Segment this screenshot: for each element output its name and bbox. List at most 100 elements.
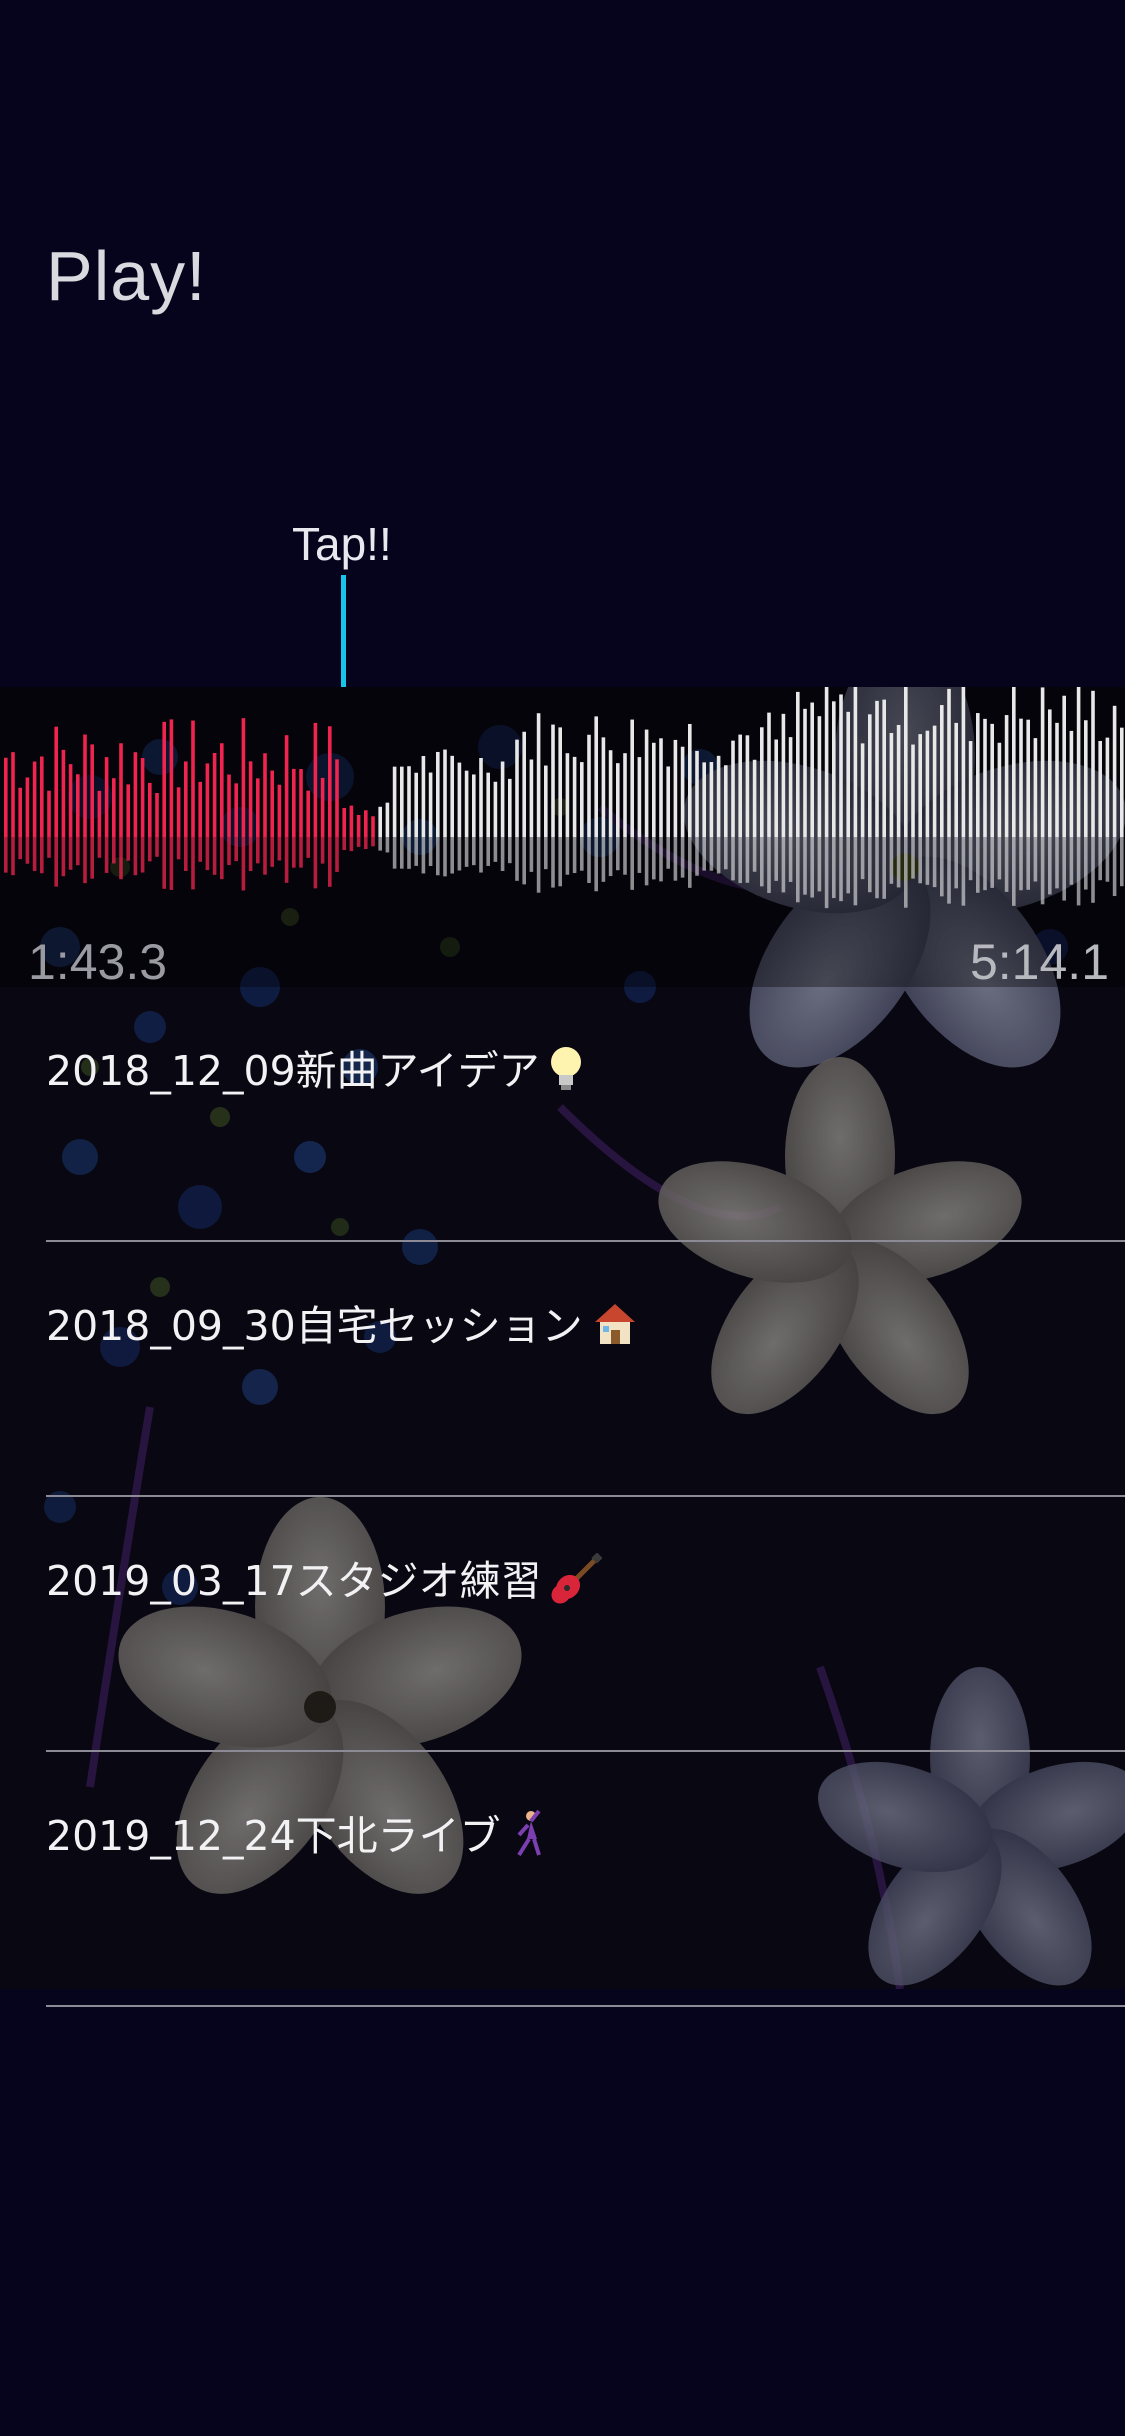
waveform-bar [1026, 719, 1030, 837]
waveform-reflection [940, 837, 944, 897]
waveform-bar [493, 781, 498, 837]
waveform-bar-played [176, 787, 181, 837]
waveform-bar-played [68, 764, 73, 837]
waveform-bar [810, 702, 814, 837]
total-time-label: 5:14.1 [969, 934, 1109, 990]
waveform-reflection-played [248, 837, 253, 872]
waveform-bar [673, 739, 678, 837]
waveform-reflection [464, 837, 469, 867]
waveform-bar [572, 756, 577, 837]
waveform-reflection [529, 837, 534, 872]
waveform-reflection [616, 837, 620, 871]
waveform-bar [688, 723, 692, 837]
waveform-reflection [976, 837, 980, 893]
waveform-bar-played [133, 752, 138, 837]
waveform-bar [515, 739, 519, 837]
waveform-reflection [846, 837, 850, 894]
waveform-bar [457, 762, 462, 837]
waveform-reflection-played [169, 837, 174, 890]
waveform-bar [961, 687, 966, 837]
waveform-reflection [752, 837, 757, 872]
track-title: 2019_12_24下北ライブ [46, 1802, 549, 1869]
track-row[interactable]: 2018_09_30自宅セッション [0, 1242, 1125, 1497]
waveform-reflection [1012, 837, 1016, 906]
waveform-bar [659, 738, 663, 837]
waveform-reflection [558, 837, 562, 887]
waveform-bar [443, 749, 447, 837]
waveform-bar-played [191, 720, 195, 837]
waveform-reflection [565, 837, 570, 875]
guitar-icon [550, 1552, 603, 1615]
waveform-bar-played [83, 734, 87, 837]
waveform-reflection [1069, 837, 1074, 885]
waveform-reflection [695, 837, 699, 876]
track-row[interactable]: 2019_03_17スタジオ練習 [0, 1497, 1125, 1752]
waveform-bar [752, 759, 757, 837]
waveform-reflection [904, 837, 908, 908]
waveform-reflection [1076, 837, 1081, 906]
waveform-bar [529, 759, 534, 837]
waveform-bar [997, 742, 1002, 837]
waveform-bar-played [364, 810, 368, 837]
waveform-reflection [1091, 837, 1095, 903]
waveform-bar [1098, 740, 1102, 837]
waveform-bar-played [270, 770, 274, 837]
waveform-reflection [896, 837, 901, 888]
waveform-reflection [702, 837, 706, 871]
waveform-bar-played [212, 752, 217, 837]
waveform-bar [1012, 687, 1016, 837]
waveform-reflection-played [234, 837, 238, 862]
waveform-bar [623, 753, 627, 837]
waveform-bar [1004, 715, 1009, 837]
waveform-reflection [644, 837, 649, 886]
waveform-bar-played [25, 777, 30, 837]
waveform-reflection-played [241, 837, 246, 891]
waveform-bar [803, 708, 807, 837]
waveform-reflection [774, 837, 778, 881]
track-title: 2018_09_30自宅セッション [46, 1292, 639, 1358]
track-title-text: 2018_09_30自宅セッション [46, 1302, 583, 1350]
waveform-bar [565, 753, 570, 837]
waveform-reflection-played [112, 837, 116, 864]
waveform-bar [508, 778, 512, 837]
audio-player[interactable]: 1:43.3 5:14.1 [0, 687, 1125, 990]
waveform-reflection-played [184, 837, 188, 871]
waveform-reflection [500, 837, 505, 871]
track-row[interactable]: 2018_12_09新曲アイデア [0, 987, 1125, 1242]
waveform-bar [767, 712, 771, 837]
waveform-bar [1048, 709, 1052, 837]
track-row[interactable]: 2019_12_24下北ライブ [0, 1752, 1125, 2007]
waveform-bar [637, 757, 642, 837]
waveform-scrubber[interactable] [0, 687, 1125, 927]
waveform-reflection [1098, 837, 1102, 881]
waveform-bar [464, 770, 469, 837]
waveform-bar [558, 727, 562, 837]
waveform-reflection [839, 837, 843, 902]
waveform-reflection [918, 837, 922, 884]
waveform-reflection [983, 837, 987, 891]
waveform-reflection-played [256, 837, 260, 864]
waveform-bar-played [227, 774, 231, 837]
waveform-reflection-played [292, 837, 296, 868]
waveform-bar-played [119, 743, 123, 837]
waveform-bar [702, 762, 706, 837]
lightbulb-icon [548, 1045, 584, 1103]
waveform-reflection [803, 837, 807, 895]
waveform-bar [587, 734, 591, 837]
waveform-reflection [1019, 837, 1023, 891]
waveform-bar [407, 766, 411, 837]
waveform-reflection-played [68, 837, 73, 870]
waveform-reflection [580, 837, 584, 871]
waveform-reflection [601, 837, 606, 882]
waveform-bar [601, 737, 606, 837]
waveform-bar-played [97, 790, 102, 837]
waveform-reflection [673, 837, 678, 881]
waveform-bar-played [126, 784, 130, 837]
waveform-bar [695, 750, 699, 837]
waveform-reflection [1048, 837, 1052, 895]
waveform-reflection [889, 837, 894, 884]
waveform-bar [630, 719, 634, 837]
track-title: 2018_12_09新曲アイデア [46, 1037, 584, 1103]
waveform-reflection-played [328, 837, 332, 887]
waveform-reflection-played [191, 837, 195, 890]
